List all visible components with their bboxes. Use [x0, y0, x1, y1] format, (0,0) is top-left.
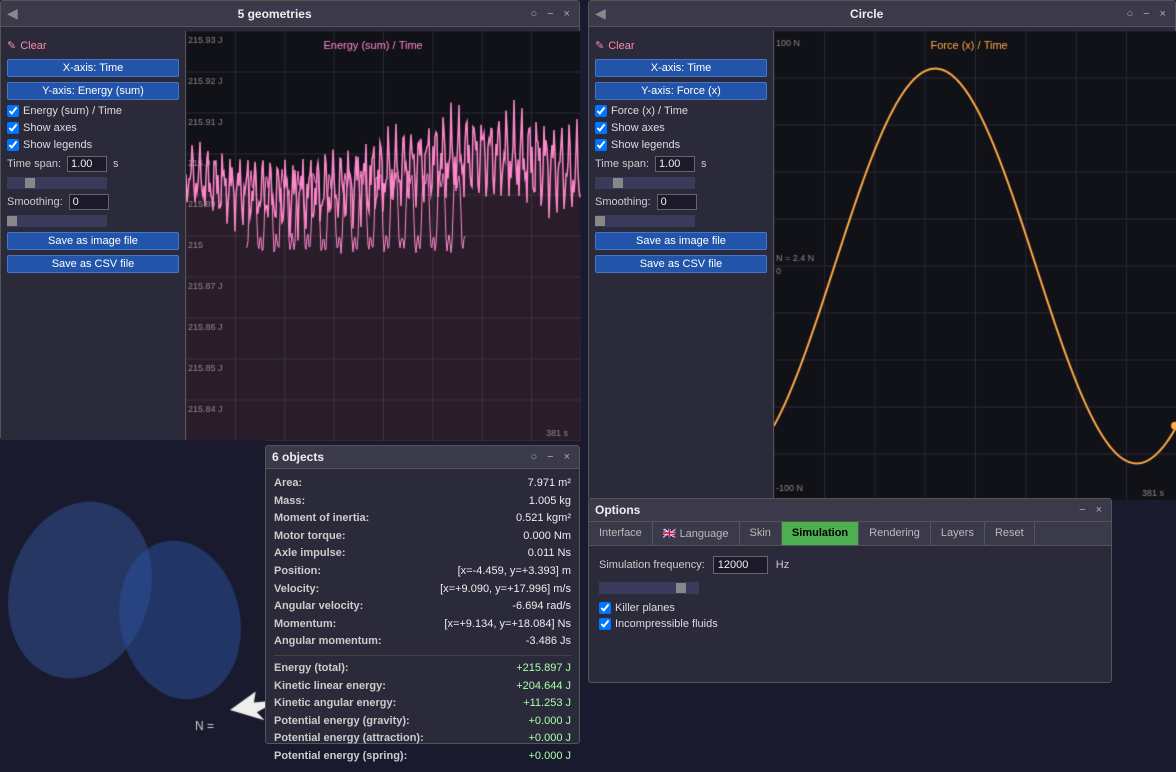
table-row: Kinetic angular energy:+11.253 J — [274, 695, 571, 713]
table-row: Angular velocity:-6.694 rad/s — [274, 598, 571, 616]
geometries-title-bar[interactable]: ◀ 5 geometries ○ − × — [1, 1, 579, 27]
options-tab-interface[interactable]: Interface — [589, 522, 653, 545]
geometries-panel: ◀ 5 geometries ○ − × Clear X-axis: Time … — [0, 0, 580, 440]
sim-freq-input[interactable] — [713, 556, 768, 574]
circle-timespan-slider[interactable] — [595, 177, 695, 189]
options-minimize-btn[interactable]: − — [1076, 504, 1088, 516]
geometries-save-image-btn[interactable]: Save as image file — [7, 232, 179, 250]
circle-save-csv-btn[interactable]: Save as CSV file — [595, 255, 767, 273]
table-row: Momentum:[x=+9.134, y=+18.084] Ns — [274, 616, 571, 634]
table-row: Kinetic linear energy:+204.644 J — [274, 678, 571, 696]
geometries-save-csv-btn[interactable]: Save as CSV file — [7, 255, 179, 273]
geometries-circle-btn[interactable]: ○ — [527, 8, 540, 20]
circle-chart — [774, 31, 1176, 501]
geometries-xaxis-btn[interactable]: X-axis: Time — [7, 59, 179, 77]
circle-panel: ◀ Circle ○ − × Clear X-axis: Time Y-axis… — [588, 0, 1176, 500]
circle-chart-check[interactable]: Force (x) / Time — [595, 105, 767, 117]
geometries-sidebar: Clear X-axis: Time Y-axis: Energy (sum) … — [1, 31, 186, 441]
geometries-clear-btn[interactable]: Clear — [7, 37, 179, 54]
table-row: Angular momentum:-3.486 Js — [274, 633, 571, 651]
table-row: Area:7.971 m² — [274, 475, 571, 493]
table-row: Position:[x=-4.459, y=+3.393] m — [274, 563, 571, 581]
sim-freq-unit: Hz — [776, 559, 789, 571]
circle-axes-check[interactable]: Show axes — [595, 122, 767, 134]
circle-window-controls: ○ − × — [1123, 8, 1169, 20]
circle-title: Circle — [850, 7, 883, 21]
table-row: Axle impulse:0.011 Ns — [274, 545, 571, 563]
objects-panel: 6 objects ○ − × Area:7.971 m²Mass:1.005 … — [265, 445, 580, 744]
table-row: Potential energy (attraction):+0.000 J — [274, 730, 571, 748]
objects-energy-separator — [274, 655, 571, 656]
table-row: Potential energy (spring):+0.000 J — [274, 748, 571, 766]
circle-clear-btn[interactable]: Clear — [595, 37, 767, 54]
objects-circle-btn[interactable]: ○ — [527, 451, 540, 463]
geometries-title: 5 geometries — [238, 7, 312, 21]
options-tabs: Interface🇬🇧 LanguageSkinSimulationRender… — [589, 522, 1111, 546]
sim-freq-slider[interactable] — [599, 582, 699, 594]
options-tab-rendering[interactable]: Rendering — [859, 522, 931, 545]
objects-close-btn[interactable]: × — [561, 451, 573, 463]
options-panel: Options − × Interface🇬🇧 LanguageSkinSimu… — [588, 498, 1112, 683]
options-close-btn[interactable]: × — [1093, 504, 1105, 516]
incompressible-check[interactable]: Incompressible fluids — [599, 618, 1101, 630]
sim-background-left — [0, 440, 265, 744]
circle-timespan-row: Time span: s — [595, 156, 767, 172]
objects-title-bar[interactable]: 6 objects ○ − × — [266, 446, 579, 469]
options-window-controls: − × — [1076, 504, 1105, 516]
table-row: Potential energy (gravity):+0.000 J — [274, 713, 571, 731]
circle-circle-btn[interactable]: ○ — [1123, 8, 1136, 20]
circle-smoothing-slider[interactable] — [595, 215, 695, 227]
geometries-canvas — [186, 31, 581, 441]
circle-xaxis-btn[interactable]: X-axis: Time — [595, 59, 767, 77]
geometries-minimize-btn[interactable]: − — [544, 8, 556, 20]
geometries-smoothing-row: Smoothing: — [7, 194, 179, 210]
geometries-smoothing-input[interactable] — [69, 194, 109, 210]
geometries-timespan-input[interactable] — [67, 156, 107, 172]
options-tab-simulation[interactable]: Simulation — [782, 522, 859, 545]
table-row: Velocity:[x=+9.090, y=+17.996] m/s — [274, 581, 571, 599]
objects-title: 6 objects — [272, 450, 324, 464]
killer-planes-check[interactable]: Killer planes — [599, 602, 1101, 614]
circle-timespan-input[interactable] — [655, 156, 695, 172]
circle-sidebar: Clear X-axis: Time Y-axis: Force (x) For… — [589, 31, 774, 501]
options-tab-layers[interactable]: Layers — [931, 522, 985, 545]
options-title: Options — [595, 503, 640, 517]
geometries-chart — [186, 31, 581, 441]
circle-title-bar[interactable]: ◀ Circle ○ − × — [589, 1, 1175, 27]
table-row: Energy (total):+215.897 J — [274, 660, 571, 678]
circle-smoothing-row: Smoothing: — [595, 194, 767, 210]
circle-minimize-btn[interactable]: − — [1140, 8, 1152, 20]
geometries-timespan-slider[interactable] — [7, 177, 107, 189]
circle-yaxis-btn[interactable]: Y-axis: Force (x) — [595, 82, 767, 100]
geometries-timespan-row: Time span: s — [7, 156, 179, 172]
geometries-chart-check[interactable]: Energy (sum) / Time — [7, 105, 179, 117]
circle-canvas — [774, 31, 1176, 501]
options-title-bar[interactable]: Options − × — [589, 499, 1111, 522]
options-tab--language[interactable]: 🇬🇧 Language — [653, 522, 740, 545]
geometries-close-btn[interactable]: × — [561, 8, 573, 20]
objects-window-controls: ○ − × — [527, 451, 573, 463]
table-row: Mass:1.005 kg — [274, 493, 571, 511]
objects-content: Area:7.971 m²Mass:1.005 kgMoment of iner… — [266, 469, 579, 772]
geometries-axes-check[interactable]: Show axes — [7, 122, 179, 134]
objects-minimize-btn[interactable]: − — [544, 451, 556, 463]
circle-legends-check[interactable]: Show legends — [595, 139, 767, 151]
geometries-yaxis-btn[interactable]: Y-axis: Energy (sum) — [7, 82, 179, 100]
sim-freq-label: Simulation frequency: — [599, 559, 705, 571]
options-tab-content: Simulation frequency: Hz Killer planes I… — [589, 546, 1111, 640]
options-tab-skin[interactable]: Skin — [740, 522, 782, 545]
circle-save-image-btn[interactable]: Save as image file — [595, 232, 767, 250]
geometries-legends-check[interactable]: Show legends — [7, 139, 179, 151]
geometries-back-arrow[interactable]: ◀ — [7, 5, 18, 22]
circle-smoothing-input[interactable] — [657, 194, 697, 210]
options-tab-reset[interactable]: Reset — [985, 522, 1035, 545]
geometries-smoothing-slider[interactable] — [7, 215, 107, 227]
table-row: Moment of inertia:0.521 kgm² — [274, 510, 571, 528]
geometries-window-controls: ○ − × — [527, 8, 573, 20]
table-row: Motor torque:0.000 Nm — [274, 528, 571, 546]
circle-close-btn[interactable]: × — [1157, 8, 1169, 20]
bg-canvas — [0, 440, 265, 744]
circle-back-arrow[interactable]: ◀ — [595, 5, 606, 22]
